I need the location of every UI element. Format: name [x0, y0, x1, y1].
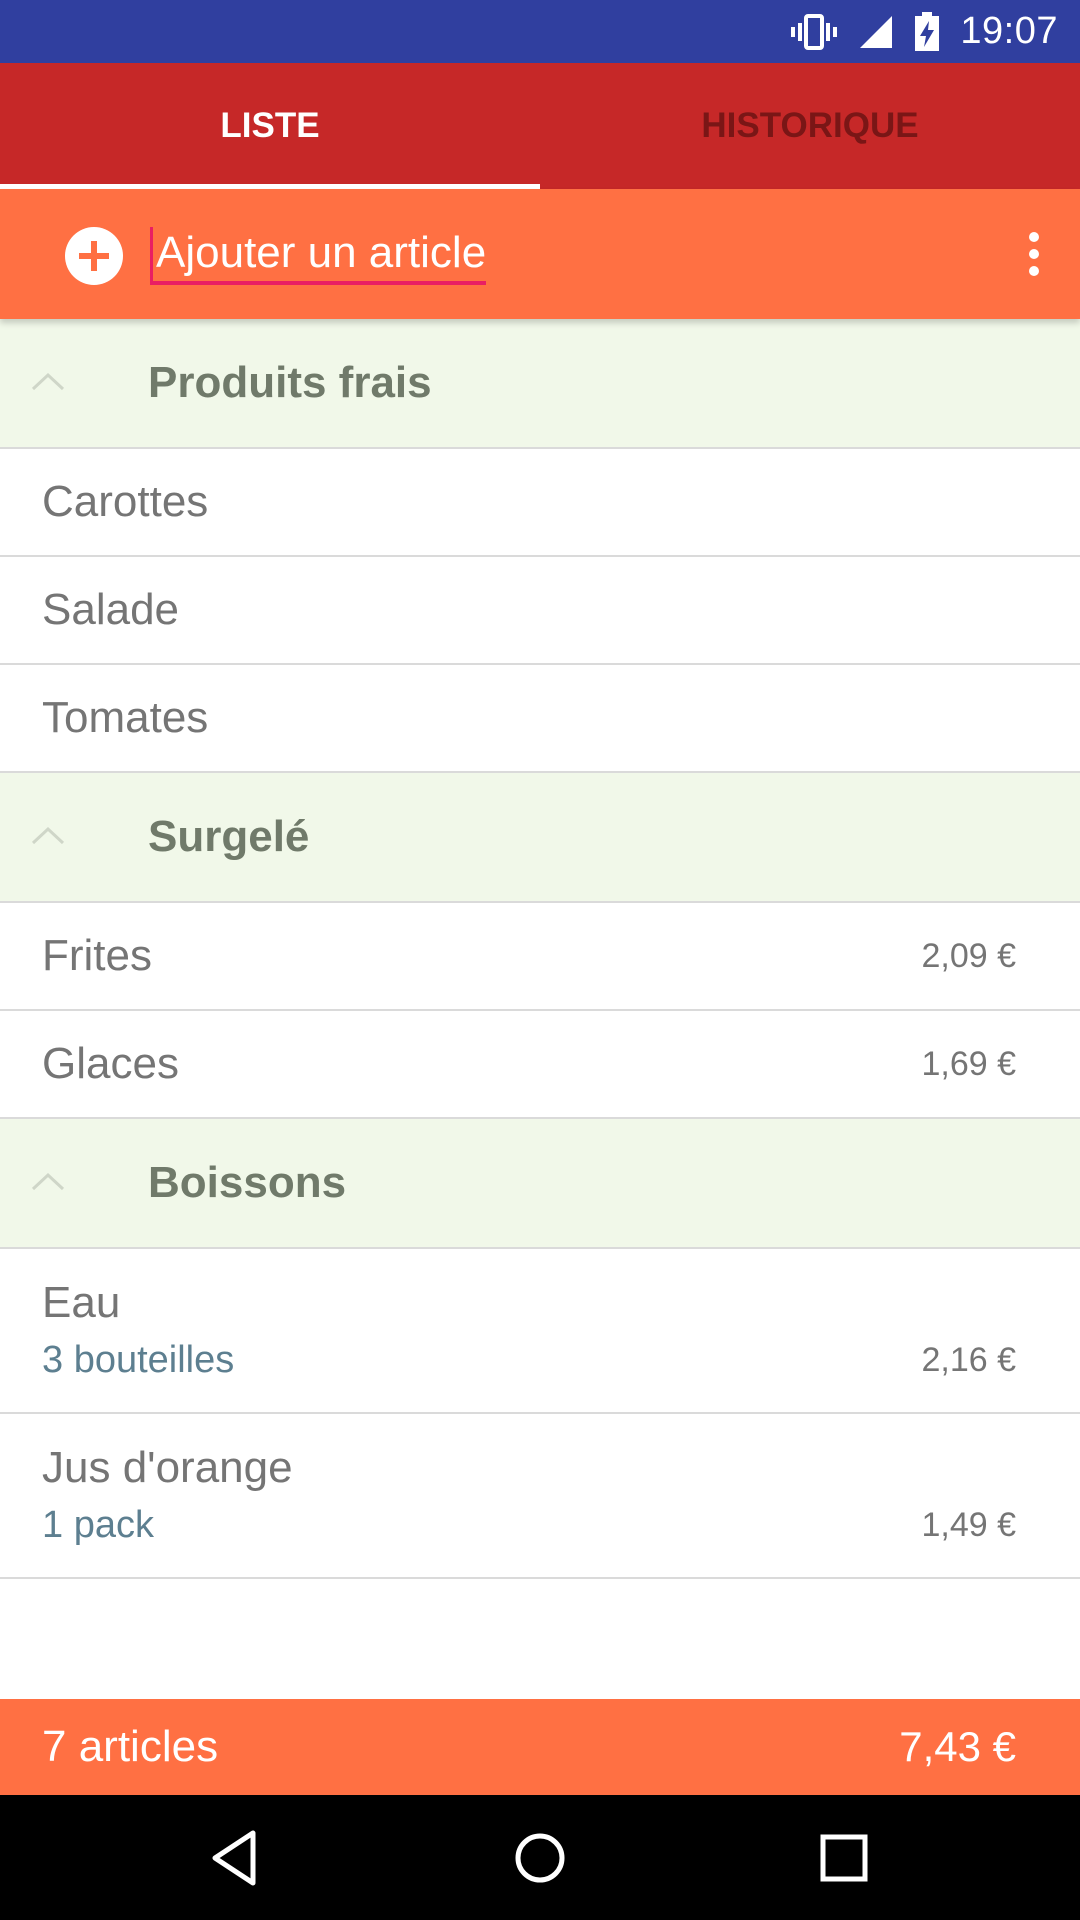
- list-item[interactable]: Salade: [0, 557, 1080, 665]
- recents-icon[interactable]: [811, 1825, 877, 1891]
- item-name: Tomates: [42, 693, 209, 742]
- summary-footer: 7 articles 7,43 €: [0, 1699, 1080, 1795]
- vibrate-icon: [791, 13, 838, 50]
- item-name: Frites: [42, 931, 152, 980]
- item-quantity: 1 pack: [42, 1503, 154, 1546]
- item-name: Carottes: [42, 477, 209, 526]
- navigation-bar: [0, 1795, 1080, 1920]
- battery-charging-icon: [915, 11, 940, 51]
- tab-historique[interactable]: HISTORIQUE: [540, 63, 1080, 189]
- item-price: 2,09 €: [921, 936, 1016, 975]
- item-price: 2,16 €: [921, 1340, 1016, 1379]
- back-icon[interactable]: [203, 1825, 269, 1891]
- category-title: Produits frais: [148, 358, 432, 407]
- add-article-placeholder: Ajouter un article: [156, 228, 487, 277]
- home-icon[interactable]: [507, 1825, 573, 1891]
- status-bar: 19:07: [0, 0, 1080, 63]
- item-name: Glaces: [42, 1039, 179, 1088]
- add-article-input[interactable]: Ajouter un article: [150, 225, 487, 285]
- status-time: 19:07: [960, 10, 1058, 52]
- category-title: Surgelé: [148, 812, 310, 861]
- category-header-surgele[interactable]: Surgelé: [0, 773, 1080, 903]
- list-item[interactable]: Glaces 1,69 €: [0, 1011, 1080, 1119]
- chevron-up-icon[interactable]: [30, 369, 66, 393]
- category-header-boissons[interactable]: Boissons: [0, 1119, 1080, 1249]
- chevron-up-icon[interactable]: [30, 1169, 66, 1193]
- article-count: 7 articles: [42, 1722, 219, 1771]
- tab-historique-label: HISTORIQUE: [701, 106, 919, 145]
- item-name: Jus d'orange: [42, 1443, 293, 1492]
- tab-liste[interactable]: LISTE: [0, 63, 540, 189]
- status-icons: 19:07: [790, 0, 1058, 63]
- item-price: 1,49 €: [921, 1505, 1016, 1544]
- list-item[interactable]: Eau 3 bouteilles 2,16 €: [0, 1249, 1080, 1414]
- item-name: Eau: [42, 1278, 121, 1327]
- signal-icon: [860, 15, 893, 48]
- chevron-up-icon[interactable]: [30, 823, 66, 847]
- total-price: 7,43 €: [899, 1723, 1016, 1770]
- category-title: Boissons: [148, 1158, 347, 1207]
- list-item[interactable]: Jus d'orange 1 pack 1,49 €: [0, 1414, 1080, 1579]
- tab-liste-label: LISTE: [220, 106, 320, 145]
- item-name: Salade: [42, 585, 180, 634]
- list-item[interactable]: Tomates: [0, 665, 1080, 773]
- tab-bar: LISTE HISTORIQUE: [0, 63, 1080, 189]
- add-article-bar: Ajouter un article: [0, 189, 1080, 319]
- list-item[interactable]: Carottes: [0, 449, 1080, 557]
- more-vert-icon[interactable]: [1014, 229, 1054, 279]
- item-quantity: 3 bouteilles: [42, 1338, 235, 1381]
- add-circle-icon[interactable]: [65, 227, 123, 285]
- shopping-list: Produits frais Carottes Salade Tomates S…: [0, 319, 1080, 1579]
- item-price: 1,69 €: [921, 1044, 1016, 1083]
- list-item[interactable]: Frites 2,09 €: [0, 903, 1080, 1011]
- category-header-produits-frais[interactable]: Produits frais: [0, 319, 1080, 449]
